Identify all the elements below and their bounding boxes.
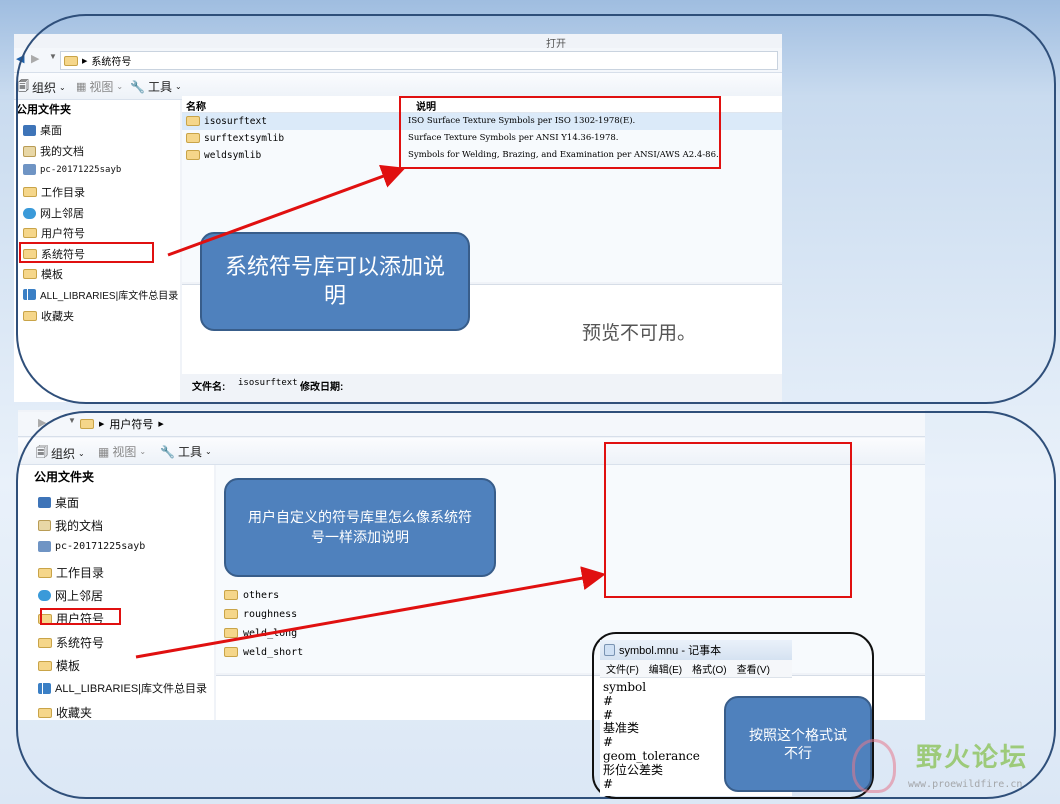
annotation-arrows (135, 164, 606, 659)
arrow-to-empty-desc-area (135, 566, 606, 659)
flame-logo-icon (852, 739, 896, 793)
forum-watermark: 野火论坛 www.proewildfire.cn (850, 735, 1050, 799)
watermark-name: 野火论坛 (916, 742, 1029, 772)
watermark-url: www.proewildfire.cn (908, 779, 1023, 790)
arrow-to-desc-column (167, 164, 406, 257)
